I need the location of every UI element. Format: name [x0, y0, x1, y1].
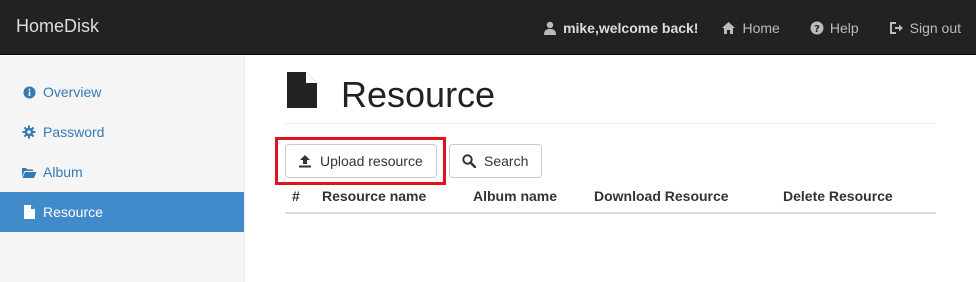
sidebar-item-album[interactable]: Album: [0, 152, 244, 192]
gear-icon: [21, 125, 37, 139]
title-divider: [285, 123, 936, 124]
nav-signout-link[interactable]: Sign out: [874, 0, 976, 55]
upload-resource-button[interactable]: Upload resource: [285, 144, 437, 178]
info-icon: [21, 86, 37, 99]
sidebar-item-label: Resource: [43, 204, 103, 220]
sidebar-item-label: Password: [43, 124, 105, 140]
user-icon: [543, 21, 557, 35]
sidebar-item-resource[interactable]: Resource: [0, 192, 244, 232]
file-icon: [287, 72, 317, 111]
column-header-album-name: Album name: [473, 188, 558, 204]
search-button[interactable]: Search: [449, 144, 542, 178]
column-header-resource-name: Resource name: [322, 188, 427, 204]
column-header-index: #: [292, 188, 300, 204]
sidebar-item-password[interactable]: Password: [0, 112, 244, 152]
nav-signout-label: Sign out: [909, 19, 961, 36]
question-icon: ?: [810, 21, 824, 35]
upload-resource-label: Upload resource: [320, 153, 423, 169]
welcome-message: mike,welcome back!: [528, 0, 706, 55]
search-icon: [462, 154, 476, 168]
brand-logo[interactable]: HomeDisk: [16, 16, 99, 37]
nav-help-link[interactable]: ? Help: [795, 0, 874, 55]
sign-out-icon: [889, 21, 904, 35]
nav-help-label: Help: [829, 19, 859, 36]
sidebar-item-label: Album: [43, 164, 83, 180]
file-icon: [21, 205, 37, 219]
sidebar-item-label: Overview: [43, 84, 102, 100]
sidebar-item-overview[interactable]: Overview: [0, 72, 244, 112]
svg-text:?: ?: [814, 24, 820, 35]
search-label: Search: [484, 153, 529, 169]
sidebar: Overview Password Album Resource: [0, 56, 245, 282]
navbar-right: mike,welcome back! Home ? Help Sign out: [528, 0, 976, 55]
home-icon: [721, 21, 736, 35]
column-header-delete: Delete Resource: [783, 188, 893, 204]
welcome-text: mike,welcome back!: [563, 19, 699, 36]
page-title: Resource: [341, 74, 496, 115]
nav-home-label: Home: [742, 19, 780, 36]
folder-open-icon: [21, 166, 37, 179]
top-navbar: HomeDisk mike,welcome back! Home ? Help …: [0, 0, 976, 55]
upload-icon: [298, 154, 312, 168]
resource-table-header: # Resource name Album name Download Reso…: [285, 180, 936, 214]
nav-home-link[interactable]: Home: [706, 0, 794, 55]
column-header-download: Download Resource: [594, 188, 729, 204]
